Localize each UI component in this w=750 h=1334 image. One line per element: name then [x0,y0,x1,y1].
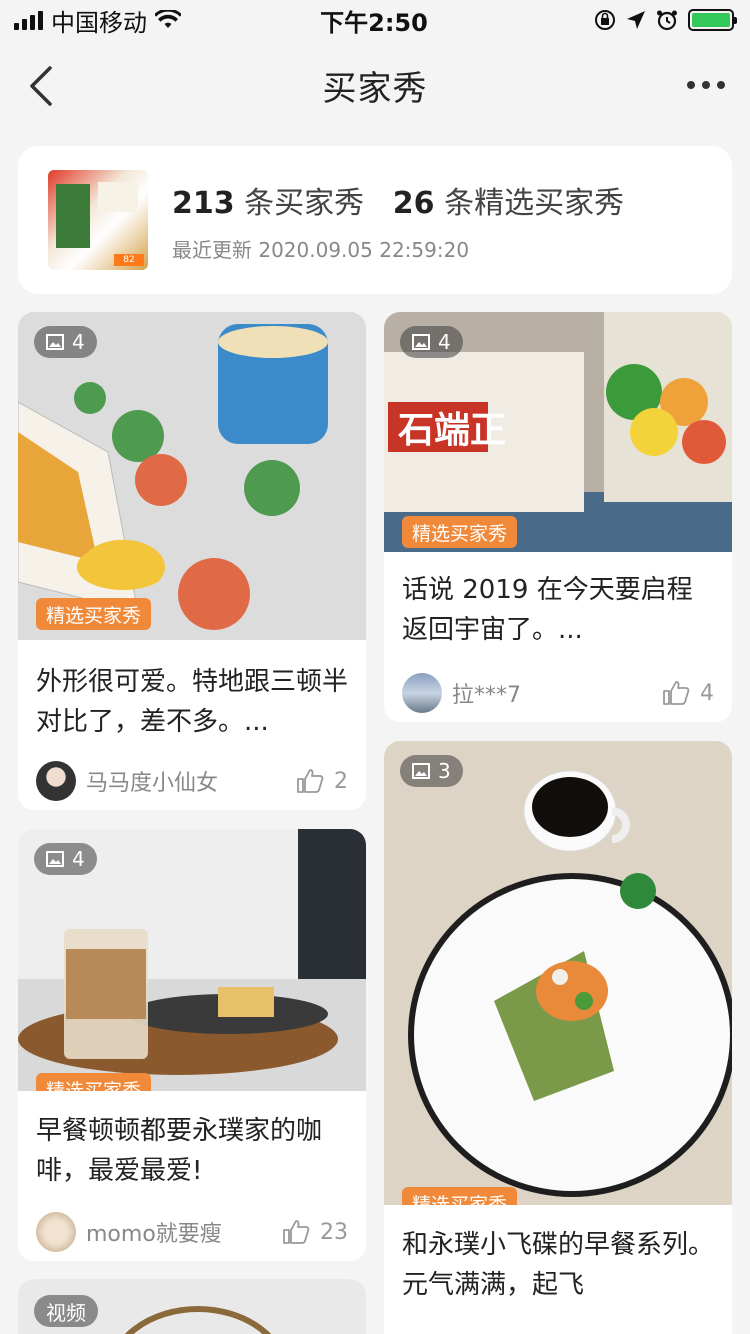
summary-card[interactable]: 82 213 条买家秀 26 条精选买家秀 最近更新 2020.09.05 22… [18,146,732,294]
review-card[interactable]: 4 精选买家秀 早餐顿顿都要永璞家的咖啡，最爱最爱! momo就要瘦 23 [18,829,366,1261]
review-photo[interactable]: 4 精选买家秀 [18,312,366,640]
video-label: 视频 [34,1295,98,1327]
review-counts: 213 条买家秀 26 条精选买家秀 [172,178,624,222]
review-photo[interactable]: 石端正 4 精选买家秀 [384,312,732,552]
avatar[interactable] [36,761,76,801]
featured-badge: 精选买家秀 [36,1073,152,1091]
page-title: 买家秀 [322,68,428,109]
thumbs-up-icon [283,1220,310,1244]
featured-count: 26 [392,185,435,221]
status-bar: 中国移动 下午2:50 [0,0,750,40]
last-updated: 最近更新 2020.09.05 22:59:20 [172,237,470,262]
image-count: 4 [34,326,97,358]
like-count: 2 [334,768,348,794]
review-photo[interactable]: 4 精选买家秀 [18,829,366,1091]
alarm-icon [656,10,677,31]
featured-badge: 精选买家秀 [402,1187,518,1205]
like-button[interactable]: 2 [296,768,348,794]
like-button[interactable]: 4 [662,680,714,706]
product-thumbnail: 82 [48,170,148,270]
review-card[interactable]: 3 精选买家秀 和永璞小飞碟的早餐系列。元气满满，起飞 [384,741,732,1334]
avatar[interactable] [36,1212,76,1252]
review-video[interactable]: 视频 [18,1279,366,1334]
review-text: 话说 2019 在今天要启程返回宇宙了。... [402,575,693,645]
carrier-label: 中国移动 [51,8,147,37]
review-count: 213 [172,185,235,221]
thumbs-up-icon [297,769,324,793]
location-icon [626,11,645,29]
more-button[interactable] [686,70,726,100]
user-name[interactable]: momo就要瘦 [86,1216,282,1248]
review-count-label: 条买家秀 [244,185,365,221]
nav-bar: 买家秀 [0,40,750,130]
back-button[interactable] [24,64,64,108]
thumbs-up-icon [663,681,690,705]
user-name[interactable]: 拉***7 [452,677,662,709]
review-photo[interactable]: 3 精选买家秀 [384,741,732,1205]
review-card[interactable]: 视频 [18,1279,366,1334]
image-icon [46,334,64,350]
rotation-lock-icon [594,10,615,30]
like-count: 4 [700,680,714,706]
featured-badge: 精选买家秀 [36,598,152,630]
image-icon [412,763,430,779]
like-button[interactable]: 23 [282,1219,348,1245]
image-icon [412,334,430,350]
image-count: 4 [400,326,463,358]
avatar[interactable] [402,673,442,713]
thumbnail-price: 82 [114,254,144,266]
review-text: 外形很可爱。特地跟三顿半对比了，差不多。... [36,667,349,737]
review-text: 早餐顿顿都要永璞家的咖啡，最爱最爱! [36,1116,323,1186]
wifi-icon [155,10,181,28]
battery-icon [687,9,737,31]
image-icon [46,851,64,867]
featured-count-label: 条精选买家秀 [444,185,625,221]
user-name[interactable]: 马马度小仙女 [86,765,296,797]
featured-badge: 精选买家秀 [402,516,518,548]
image-count: 4 [34,843,97,875]
review-card[interactable]: 4 精选买家秀 外形很可爱。特地跟三顿半对比了，差不多。... 马马度小仙女 2 [18,312,366,810]
signal-icon [14,10,43,30]
review-card[interactable]: 石端正 4 精选买家秀 话说 2019 在今天要启程返回宇宙了。... 拉***… [384,312,732,722]
like-count: 23 [320,1219,348,1245]
image-count: 3 [400,755,463,787]
svg-text:石端正: 石端正 [398,410,506,451]
review-text: 和永璞小飞碟的早餐系列。元气满满，起飞 [402,1230,715,1300]
status-time: 下午2:50 [320,8,428,37]
